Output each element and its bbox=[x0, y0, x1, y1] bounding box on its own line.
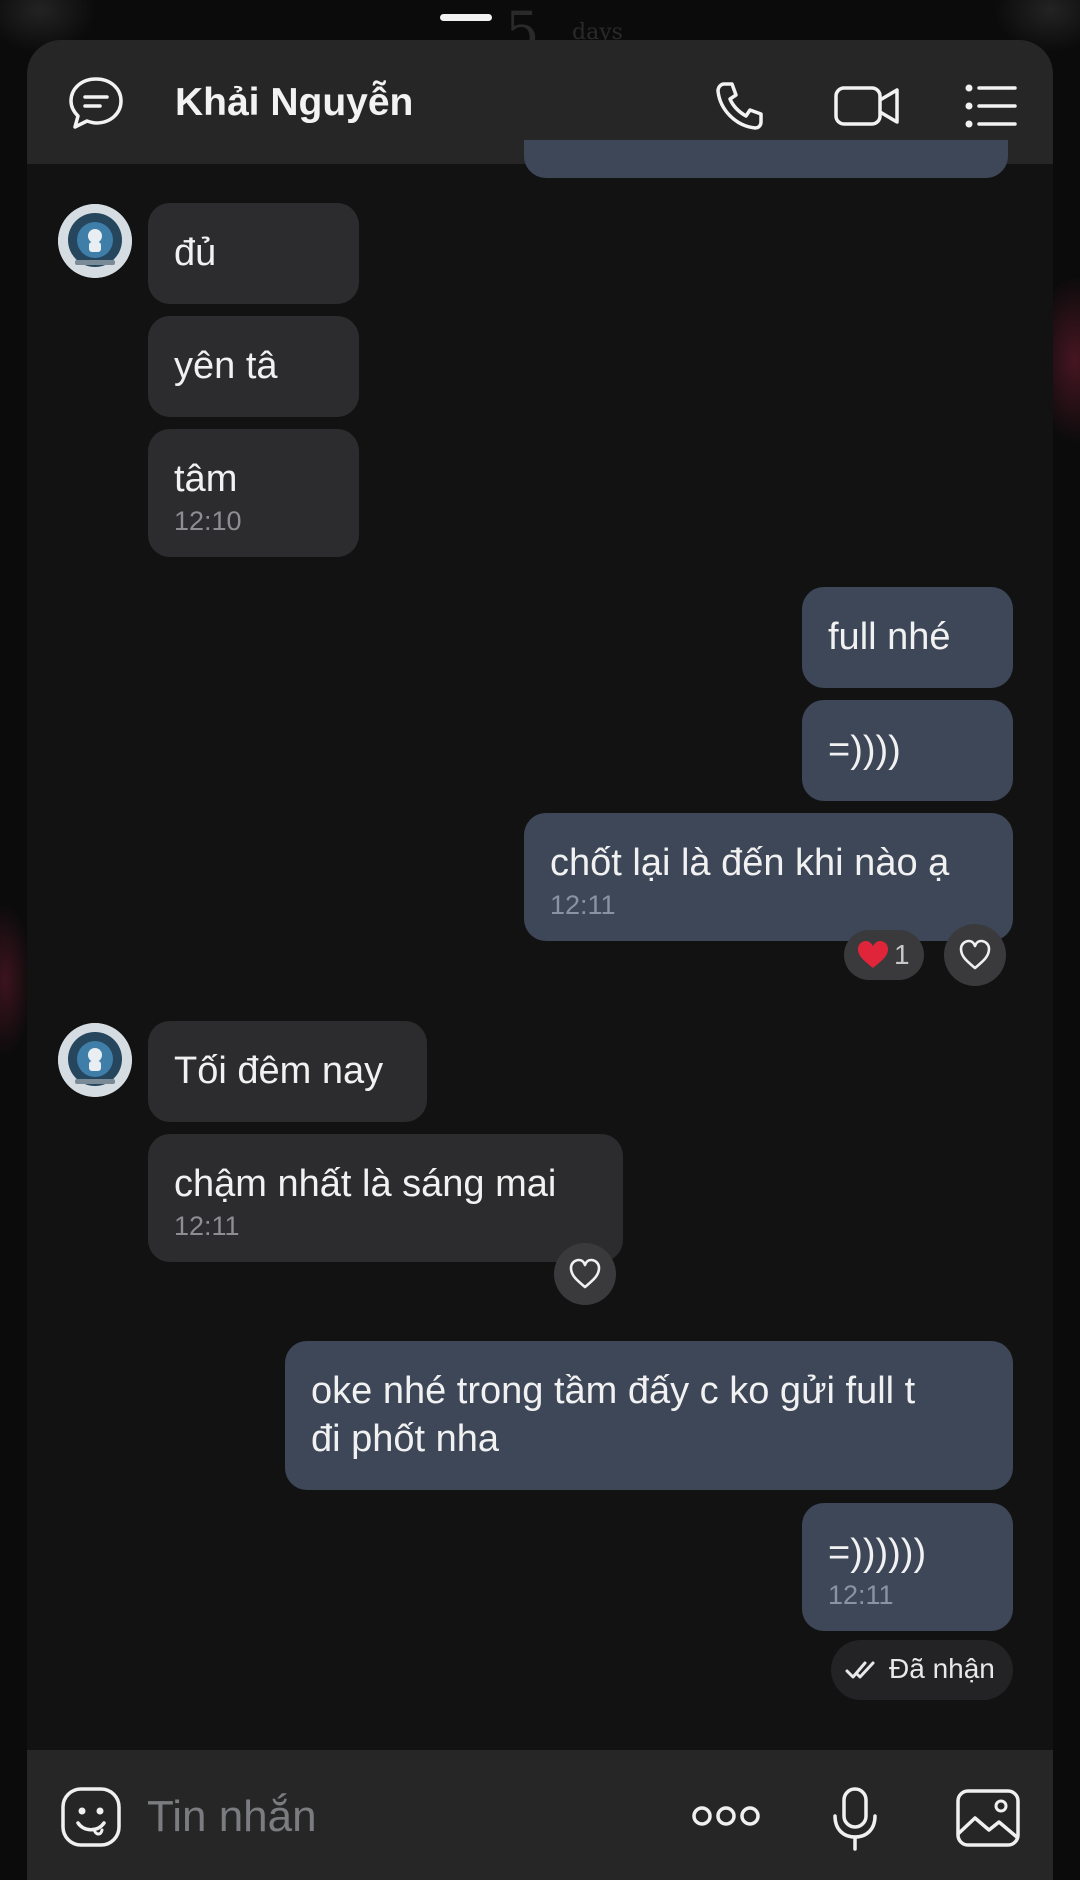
avatar-logo-icon bbox=[58, 1023, 132, 1097]
incoming-message-bubble[interactable]: chậm nhất là sáng mai 12:11 bbox=[148, 1134, 623, 1262]
message-composer bbox=[27, 1750, 1053, 1880]
delivery-status-badge: Đã nhận bbox=[831, 1640, 1013, 1700]
double-check-icon bbox=[845, 1661, 875, 1679]
video-call-icon[interactable] bbox=[833, 78, 901, 134]
message-text: tâm bbox=[174, 458, 238, 500]
message-text-line: oke nhé trong tầm đấy c ko gửi full t bbox=[311, 1370, 916, 1412]
message-input[interactable] bbox=[147, 1790, 567, 1844]
message-text: Tối đêm nay bbox=[174, 1050, 384, 1092]
message-text: full nhé bbox=[828, 616, 951, 658]
heart-outline-icon bbox=[569, 1258, 601, 1289]
react-heart-button[interactable] bbox=[944, 924, 1006, 986]
message-timestamp: 12:11 bbox=[174, 1211, 240, 1241]
react-heart-button[interactable] bbox=[554, 1243, 616, 1305]
reaction-count: 1 bbox=[894, 939, 910, 970]
outgoing-message-bubble[interactable]: =)))))) 12:11 bbox=[802, 1503, 1013, 1631]
message-text: chốt lại là đến khi nào ạ bbox=[550, 842, 950, 884]
message-text: chậm nhất là sáng mai bbox=[174, 1163, 557, 1205]
outgoing-message-bubble[interactable]: oke nhé trong tầm đấy c ko gửi full t đi… bbox=[285, 1341, 1013, 1490]
phone-icon[interactable] bbox=[712, 78, 768, 134]
message-text: đủ bbox=[174, 232, 217, 274]
delivery-status-text: Đã nhận bbox=[889, 1653, 995, 1684]
avatar-logo-icon bbox=[58, 204, 132, 278]
message-timestamp: 12:11 bbox=[550, 890, 616, 920]
emoji-icon[interactable] bbox=[60, 1786, 122, 1848]
red-heart-icon bbox=[858, 941, 888, 968]
message-text: =)))))) bbox=[828, 1532, 927, 1574]
message-timestamp: 12:10 bbox=[174, 506, 242, 536]
message-text: =)))) bbox=[828, 729, 901, 771]
message-text: yên tâ bbox=[174, 345, 278, 387]
contact-avatar[interactable] bbox=[58, 204, 132, 278]
reaction-summary[interactable]: 1 bbox=[844, 930, 924, 980]
previous-message-bubble bbox=[524, 140, 1008, 178]
contact-avatar[interactable] bbox=[58, 1023, 132, 1097]
chat-bubble-icon[interactable] bbox=[67, 74, 125, 132]
heart-outline-icon bbox=[959, 939, 991, 970]
microphone-icon[interactable] bbox=[829, 1786, 881, 1852]
outgoing-message-bubble[interactable]: full nhé bbox=[802, 587, 1013, 688]
status-indicator-bar bbox=[440, 14, 492, 21]
outgoing-message-bubble[interactable]: =)))) bbox=[802, 700, 1013, 801]
incoming-message-bubble[interactable]: Tối đêm nay bbox=[148, 1021, 427, 1122]
menu-list-icon[interactable] bbox=[963, 78, 1019, 134]
more-dots-icon[interactable] bbox=[690, 1802, 762, 1830]
incoming-message-bubble[interactable]: yên tâ bbox=[148, 316, 359, 417]
incoming-message-bubble[interactable]: tâm 12:10 bbox=[148, 429, 359, 557]
message-timestamp: 12:11 bbox=[828, 1580, 894, 1610]
chat-window: Khải Nguyễn đủ yên tâ tâm 12:10 full nhé… bbox=[27, 40, 1053, 1880]
message-text-line: đi phốt nha bbox=[311, 1418, 500, 1460]
outgoing-message-bubble[interactable]: chốt lại là đến khi nào ạ 12:11 bbox=[524, 813, 1013, 941]
incoming-message-bubble[interactable]: đủ bbox=[148, 203, 359, 304]
contact-name[interactable]: Khải Nguyễn bbox=[175, 80, 413, 126]
image-gallery-icon[interactable] bbox=[955, 1788, 1021, 1848]
